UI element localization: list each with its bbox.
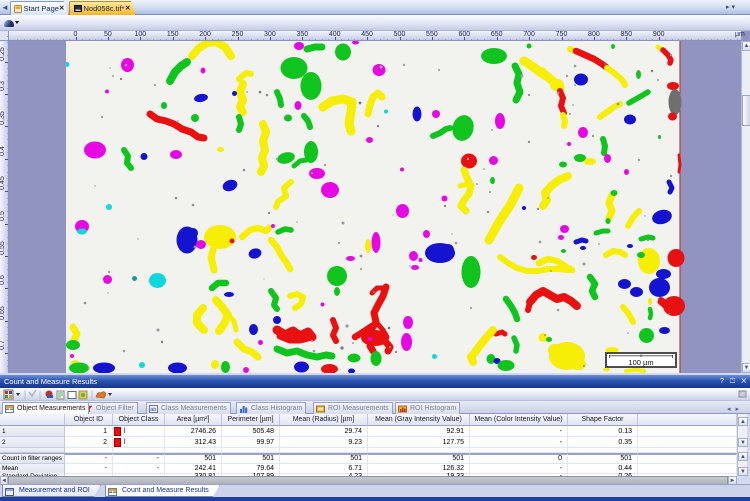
svg-text:ab: ab <box>150 407 156 413</box>
svg-text:100 µm: 100 µm <box>628 358 653 367</box>
